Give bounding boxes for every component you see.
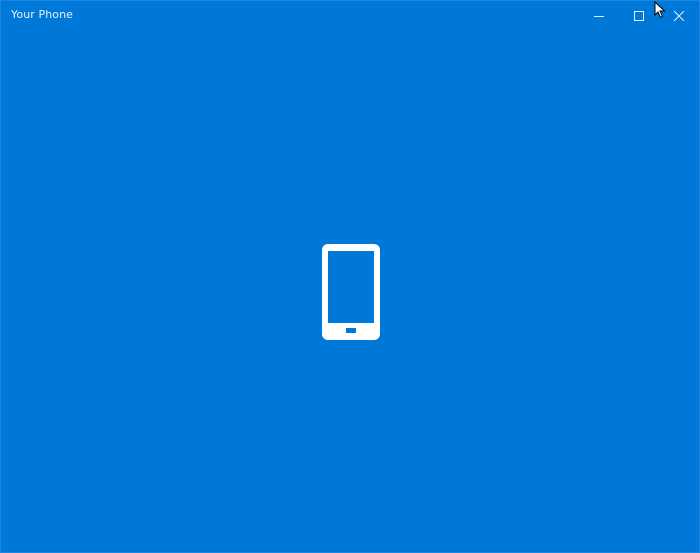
caption-buttons [579,1,699,31]
phone-icon [322,244,380,340]
window-title: Your Phone [11,8,74,21]
minimize-button[interactable] [579,1,619,31]
mouse-pointer [654,0,666,19]
app-window: Your Phone [0,0,700,553]
close-icon [674,11,684,21]
splash-logo [322,244,380,340]
title-bar[interactable]: Your Phone [1,1,699,31]
maximize-button[interactable] [619,1,659,31]
mouse-pointer-icon [654,0,666,19]
maximize-icon [634,11,644,21]
minimize-icon [594,16,604,17]
